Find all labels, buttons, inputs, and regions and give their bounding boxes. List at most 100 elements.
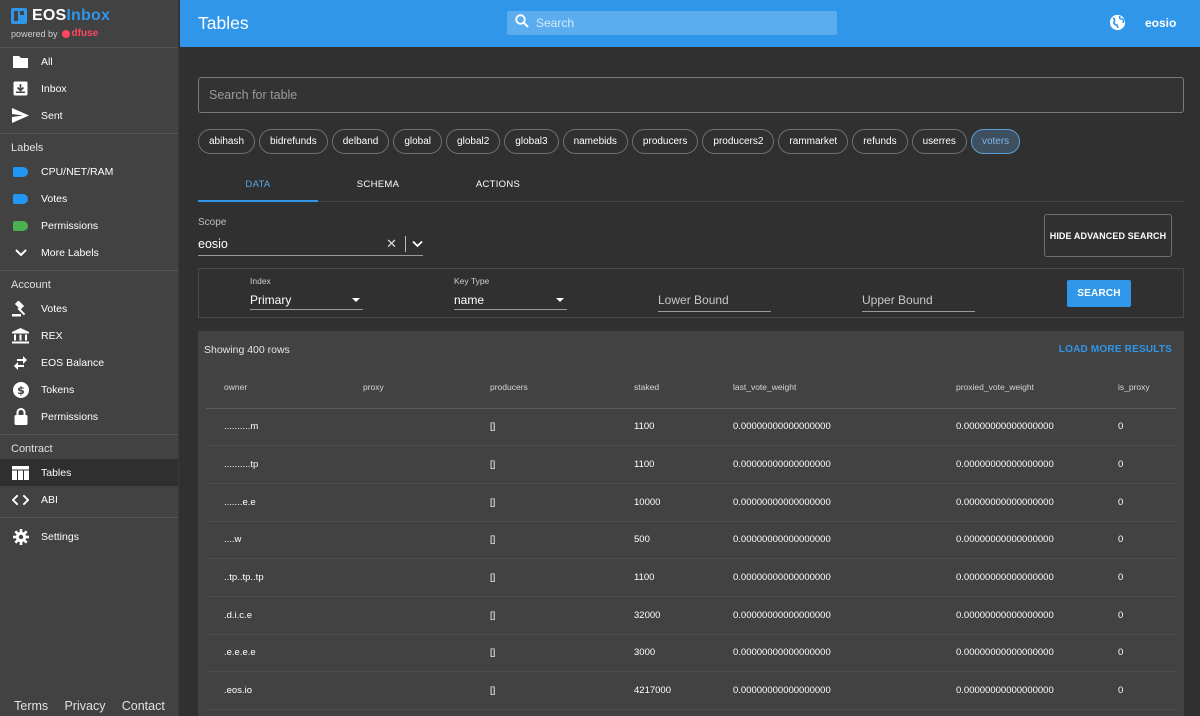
table-chip[interactable]: global2 [446,129,501,154]
clear-icon[interactable]: ✕ [386,236,397,252]
global-search-input[interactable] [536,16,816,30]
chevron-down-icon[interactable] [412,235,423,253]
globe-icon[interactable] [1109,14,1126,36]
gavel-icon [12,300,29,317]
upper-bound-input[interactable] [862,293,972,307]
tab-data[interactable]: DATA [198,169,318,202]
cell-staked: 1100 [634,445,733,484]
cell-producers: [] [490,521,634,560]
table-chip[interactable]: namebids [562,129,628,154]
cell-proxy [363,483,490,522]
column-header[interactable]: staked [634,367,733,409]
sidebar-item-settings[interactable]: Settings [0,523,178,550]
table-search-input[interactable] [209,88,1169,102]
cell-owner: .eos.io [206,671,363,710]
cell-producers: [] [490,596,634,635]
code-icon [12,491,29,508]
scope-select[interactable]: eosio ✕ [198,232,423,256]
cell-producers: [] [490,483,634,522]
table-chip[interactable]: producers [631,129,699,154]
sidebar-item-tokens[interactable]: $ Tokens [0,376,178,403]
cell-staked: 1100 [634,408,733,447]
inbox-icon [12,80,29,97]
cell-last-vote-weight: 0.00000000000000000 [733,408,956,447]
sidebar-item-rex[interactable]: REX [0,322,178,349]
table-chip[interactable]: abihash [198,129,256,154]
column-header[interactable]: proxy [363,367,490,409]
contact-link[interactable]: Contact [122,699,165,713]
lower-bound-input[interactable] [658,293,768,307]
column-header[interactable]: is_proxy [1118,367,1176,409]
cell-last-vote-weight: 0.00000000000000000 [733,445,956,484]
upper-bound-field[interactable] [862,291,975,312]
folder-icon [12,53,29,70]
column-header[interactable]: producers [490,367,634,409]
hide-advanced-search-button[interactable]: HIDE ADVANCED SEARCH [1044,214,1172,257]
sidebar-item-votes-label[interactable]: Votes [0,185,178,212]
table-row: .d.i.c.e [] 32000 0.00000000000000000 0.… [206,596,1176,635]
terms-link[interactable]: Terms [14,699,48,713]
cell-producers: [] [490,445,634,484]
column-header[interactable]: last_vote_weight [733,367,956,409]
sidebar-item-permissions-label[interactable]: Permissions [0,212,178,239]
index-select[interactable]: Primary [250,290,363,310]
chevron-down-icon [12,244,29,261]
table-chip[interactable]: producers2 [702,129,775,154]
global-search[interactable] [507,11,837,35]
column-header[interactable]: proxied_vote_weight [956,367,1118,409]
cell-last-vote-weight: 0.00000000000000000 [733,521,956,560]
sidebar-item-abi[interactable]: ABI [0,486,178,513]
sidebar-item-eos-balance[interactable]: EOS Balance [0,349,178,376]
table-chip[interactable]: global [393,129,443,154]
account-name[interactable]: eosio [1145,16,1176,30]
table-chip[interactable]: userres [911,129,967,154]
sidebar-item-all[interactable]: All [0,48,178,75]
table-chip[interactable]: refunds [852,129,908,154]
sidebar-item-inbox[interactable]: Inbox [0,75,178,102]
cell-proxy [363,558,490,597]
column-header[interactable]: owner [206,367,363,409]
bank-icon [12,327,29,344]
logo-area: EOSInbox powered by dfuse [0,0,178,48]
table-chip[interactable]: global3 [504,129,559,154]
privacy-link[interactable]: Privacy [64,699,105,713]
cell-proxy [363,408,490,447]
cell-owner: ..........tp [206,445,363,484]
sidebar-item-tables[interactable]: Tables [0,459,178,486]
sidebar-item-more-labels[interactable]: More Labels [0,239,178,266]
app-header: Tables eosio [180,0,1200,47]
search-button[interactable]: SEARCH [1067,280,1131,307]
scope-label: Scope [198,217,227,228]
sidebar-item-votes[interactable]: Votes [0,295,178,322]
cell-last-vote-weight: 0.00000000000000000 [733,596,956,635]
cell-last-vote-weight: 0.00000000000000000 [733,483,956,522]
cell-proxy [363,596,490,635]
sidebar-item-cpu-net-ram[interactable]: CPU/NET/RAM [0,158,178,185]
dfuse-icon [61,29,70,38]
table-search[interactable] [198,77,1184,113]
cell-staked: 1100 [634,558,733,597]
lower-bound-field[interactable] [658,291,771,312]
table-chip-selected[interactable]: voters [970,129,1021,154]
table-chip[interactable]: rammarket [778,129,849,154]
index-field[interactable]: Index Primary [250,276,363,310]
cell-proxied-vote-weight: 0.00000000000000000 [956,634,1118,673]
table-icon [12,464,29,481]
transfer-icon [12,354,29,371]
sidebar-item-permissions[interactable]: Permissions [0,403,178,430]
index-label: Index [250,276,271,286]
scope-value[interactable]: eosio [198,237,386,251]
table-chip[interactable]: delband [331,129,390,154]
app-logo[interactable]: EOSInbox [11,7,178,25]
tab-schema[interactable]: SCHEMA [318,169,438,201]
key-type-field[interactable]: Key Type name [454,276,567,310]
sidebar-item-sent[interactable]: Sent [0,102,178,129]
dfuse-logo[interactable]: dfuse [61,28,98,39]
dropdown-arrow-icon [352,297,360,302]
send-icon [12,107,29,124]
cell-staked: 500 [634,521,733,560]
load-more-button[interactable]: LOAD MORE RESULTS [1059,344,1172,355]
key-type-select[interactable]: name [454,290,567,310]
table-chip[interactable]: bidrefunds [259,129,328,154]
tab-actions[interactable]: ACTIONS [438,169,558,201]
